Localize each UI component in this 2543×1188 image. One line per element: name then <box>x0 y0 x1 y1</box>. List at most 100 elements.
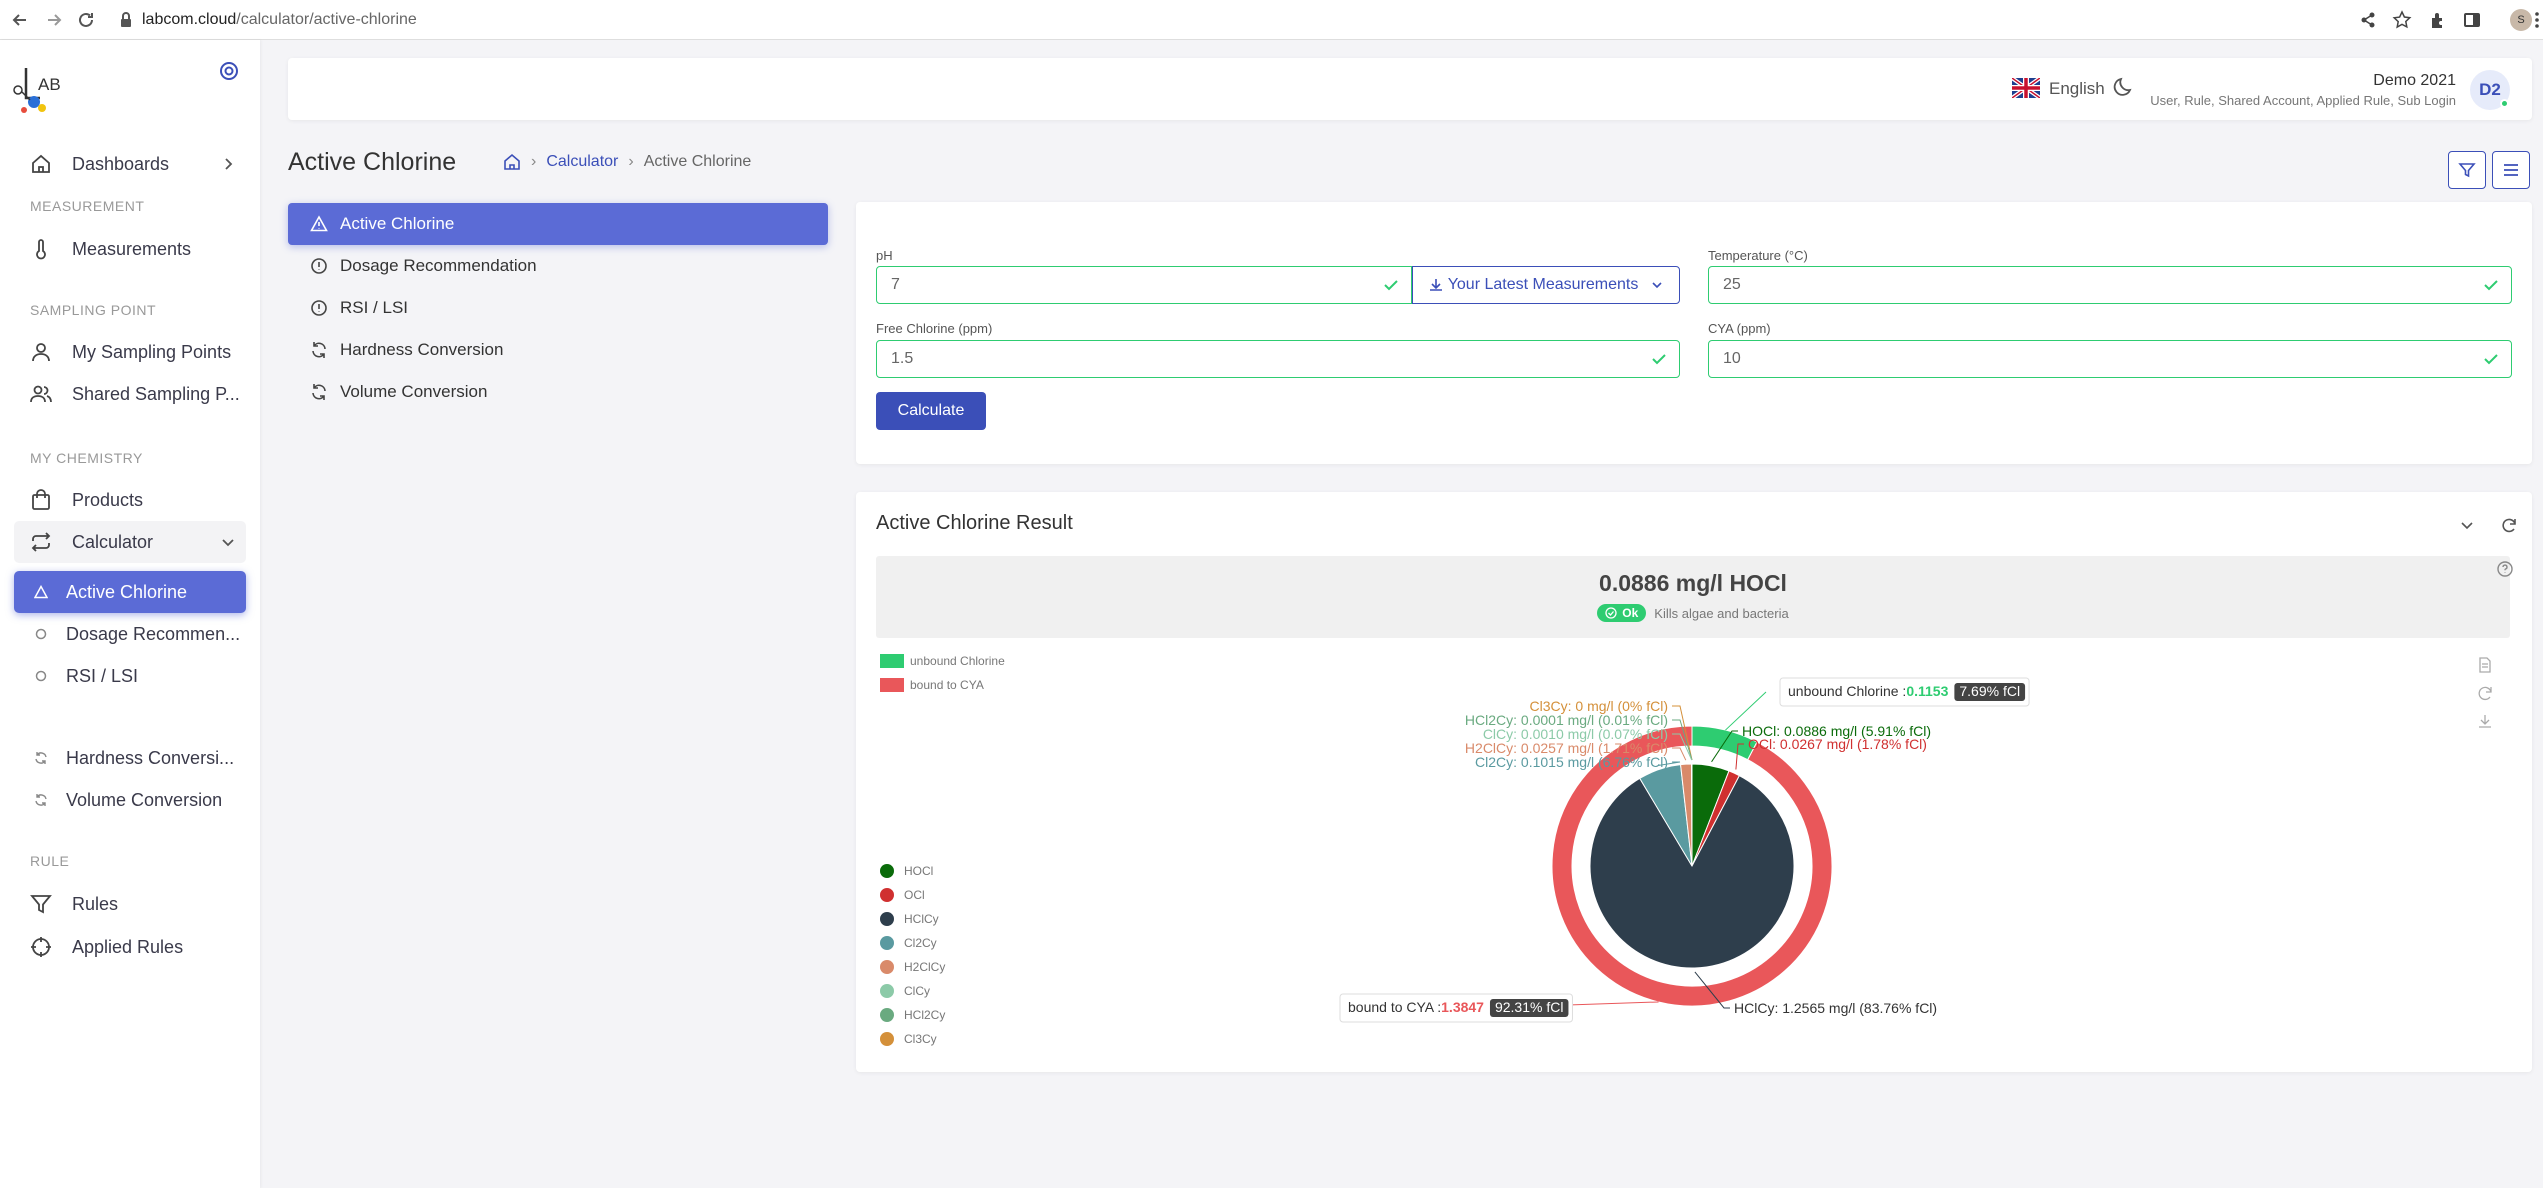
calculate-button[interactable]: Calculate <box>876 392 986 430</box>
calculator-form: pH Your Latest Measurements Temperature … <box>856 202 2532 464</box>
callout-bound-to-cya: bound to CYA : 1.3847 92.31% fCl <box>1339 993 1573 1023</box>
language-selector[interactable]: English <box>2049 79 2105 99</box>
uk-flag-icon[interactable] <box>2012 78 2040 98</box>
sidebar-item-label: Calculator <box>72 531 154 552</box>
download-icon <box>1428 277 1444 293</box>
slice-label-hclcy: HClCy: 1.2565 mg/l (83.76% fCl) <box>1734 1000 1937 1016</box>
shopping-bag-icon <box>30 489 52 511</box>
sidebar-item-my-sampling-points[interactable]: My Sampling Points <box>14 331 246 373</box>
sidebar-item-products[interactable]: Products <box>14 479 246 521</box>
info-circle-icon <box>310 299 328 317</box>
breadcrumb-current: Active Chlorine <box>643 153 752 170</box>
crosshair-icon <box>30 936 52 958</box>
share-icon[interactable] <box>2358 10 2378 30</box>
callout-value: 1.3847 <box>1441 999 1484 1015</box>
moon-icon[interactable] <box>2113 76 2135 98</box>
check-icon <box>2482 276 2500 294</box>
filter-button[interactable] <box>2448 151 2486 189</box>
slice-label-cl2cy: Cl2Cy: 0.1015 mg/l (6.76% fCl) <box>1475 754 1668 770</box>
sidebar-item-label: My Sampling Points <box>72 341 232 362</box>
calc-nav-volume-conversion[interactable]: Volume Conversion <box>288 371 828 413</box>
label-line-h2clcy <box>1672 747 1687 761</box>
ph-input[interactable] <box>876 266 1412 304</box>
warning-triangle-icon <box>310 215 328 233</box>
sidebar-item-label: Measurements <box>72 238 192 259</box>
refresh-icon <box>34 793 48 807</box>
browser-toolbar: labcom.cloud/calculator/active-chlorine … <box>0 0 2543 40</box>
home-icon[interactable] <box>503 153 521 171</box>
result-card: Active Chlorine Result 0.0886 mg/l HOCl … <box>856 492 2532 1072</box>
user-icon <box>30 341 52 363</box>
callout-name: bound to CYA : <box>1348 999 1441 1015</box>
sidebar-item-shared-sampling-points[interactable]: Shared Sampling P... <box>14 373 246 415</box>
sidebar-item-label: Applied Rules <box>72 936 184 957</box>
profile-avatar[interactable]: S <box>2510 9 2532 31</box>
calc-nav-label: Hardness Conversion <box>340 340 504 359</box>
cya-input[interactable] <box>1708 340 2512 378</box>
latest-measurements-button[interactable]: Your Latest Measurements <box>1412 266 1680 304</box>
warning-triangle-icon <box>34 585 48 599</box>
sidebar-item-active-chlorine[interactable]: Active Chlorine <box>14 571 246 613</box>
section-sampling-point: SAMPLING POINT <box>30 302 157 318</box>
calc-nav-label: Volume Conversion <box>340 382 488 401</box>
calc-nav-rsi-lsi[interactable]: RSI / LSI <box>288 287 828 329</box>
bookmark-star-icon[interactable] <box>2392 10 2412 30</box>
calc-nav-hardness-conversion[interactable]: Hardness Conversion <box>288 329 828 371</box>
sidebar-item-hardness-conversion[interactable]: Hardness Conversi... <box>14 737 246 779</box>
callout-percent: 7.69% fCl <box>1959 683 2020 699</box>
refresh-icon <box>310 383 328 401</box>
sidebar-collapse-icon[interactable] <box>218 60 240 82</box>
sidebar-item-label: RSI / LSI <box>66 665 139 686</box>
sidebar-item-applied-rules[interactable]: Applied Rules <box>14 926 246 968</box>
sidebar-item-rules[interactable]: Rules <box>14 883 246 925</box>
sidebar-item-label: Dosage Recommen... <box>66 623 241 644</box>
logo-text: AB <box>38 75 61 94</box>
sidebar-item-label: Shared Sampling P... <box>72 383 240 404</box>
address-bar[interactable]: labcom.cloud/calculator/active-chlorine <box>142 11 417 29</box>
breadcrumb: › Calculator › Active Chlorine <box>503 153 751 171</box>
sidepanel-icon[interactable] <box>2462 10 2482 30</box>
section-my-chemistry: MY CHEMISTRY <box>30 450 143 466</box>
refresh-icon <box>34 751 48 765</box>
callout-value: 0.1153 <box>1906 683 1948 699</box>
sidebar-item-measurements[interactable]: Measurements <box>14 228 246 270</box>
menu-button[interactable] <box>2492 151 2530 189</box>
callout-percent: 92.31% fCl <box>1495 999 1563 1015</box>
sidebar-item-label: Products <box>72 489 144 510</box>
extensions-icon[interactable] <box>2428 10 2448 30</box>
online-status-dot <box>2500 99 2509 108</box>
temperature-input[interactable] <box>1708 266 2512 304</box>
cya-label: CYA (ppm) <box>1708 321 1771 336</box>
user-name: Demo 2021 <box>2373 72 2456 89</box>
calc-nav-active-chlorine[interactable]: Active Chlorine <box>288 203 828 245</box>
calc-nav-dosage-recommendation[interactable]: Dosage Recommendation <box>288 245 828 287</box>
labcom-logo[interactable]: AB <box>12 62 72 118</box>
free-chlorine-label: Free Chlorine (ppm) <box>876 321 993 336</box>
filter-icon <box>30 893 52 915</box>
top-header: English Demo 2021 User, Rule, Shared Acc… <box>288 58 2532 120</box>
sidebar-item-dosage-recommendation[interactable]: Dosage Recommen... <box>14 613 246 655</box>
latest-measurements-label: Your Latest Measurements <box>1447 276 1639 293</box>
callout-unbound-chlorine: unbound Chlorine : 0.1153 7.69% fCl <box>1779 677 2030 707</box>
circle-icon <box>34 627 48 641</box>
calc-nav-label: RSI / LSI <box>340 298 409 317</box>
menu-dots-icon[interactable] <box>2532 10 2542 30</box>
repeat-icon <box>30 531 52 553</box>
sidebar-item-label: Volume Conversion <box>66 789 223 810</box>
breadcrumb-calculator[interactable]: Calculator <box>546 153 618 171</box>
sidebar-item-calculator[interactable]: Calculator <box>14 521 246 563</box>
circle-icon <box>34 669 48 683</box>
sidebar-item-volume-conversion[interactable]: Volume Conversion <box>14 779 246 821</box>
url-host: labcom.cloud <box>142 11 237 28</box>
reload-icon[interactable] <box>76 10 96 30</box>
sidebar-item-rsi-lsi[interactable]: RSI / LSI <box>14 655 246 697</box>
site-info-icon[interactable] <box>116 10 136 30</box>
sidebar-item-label: Rules <box>72 893 119 914</box>
back-icon[interactable] <box>10 10 30 30</box>
user-avatar[interactable]: D2 <box>2470 70 2510 110</box>
forward-icon[interactable] <box>44 10 64 30</box>
sidebar-item-label: Dashboards <box>72 153 170 174</box>
free-chlorine-input[interactable] <box>876 340 1680 378</box>
sidebar-item-dashboards[interactable]: Dashboards <box>14 143 246 185</box>
refresh-icon <box>310 341 328 359</box>
